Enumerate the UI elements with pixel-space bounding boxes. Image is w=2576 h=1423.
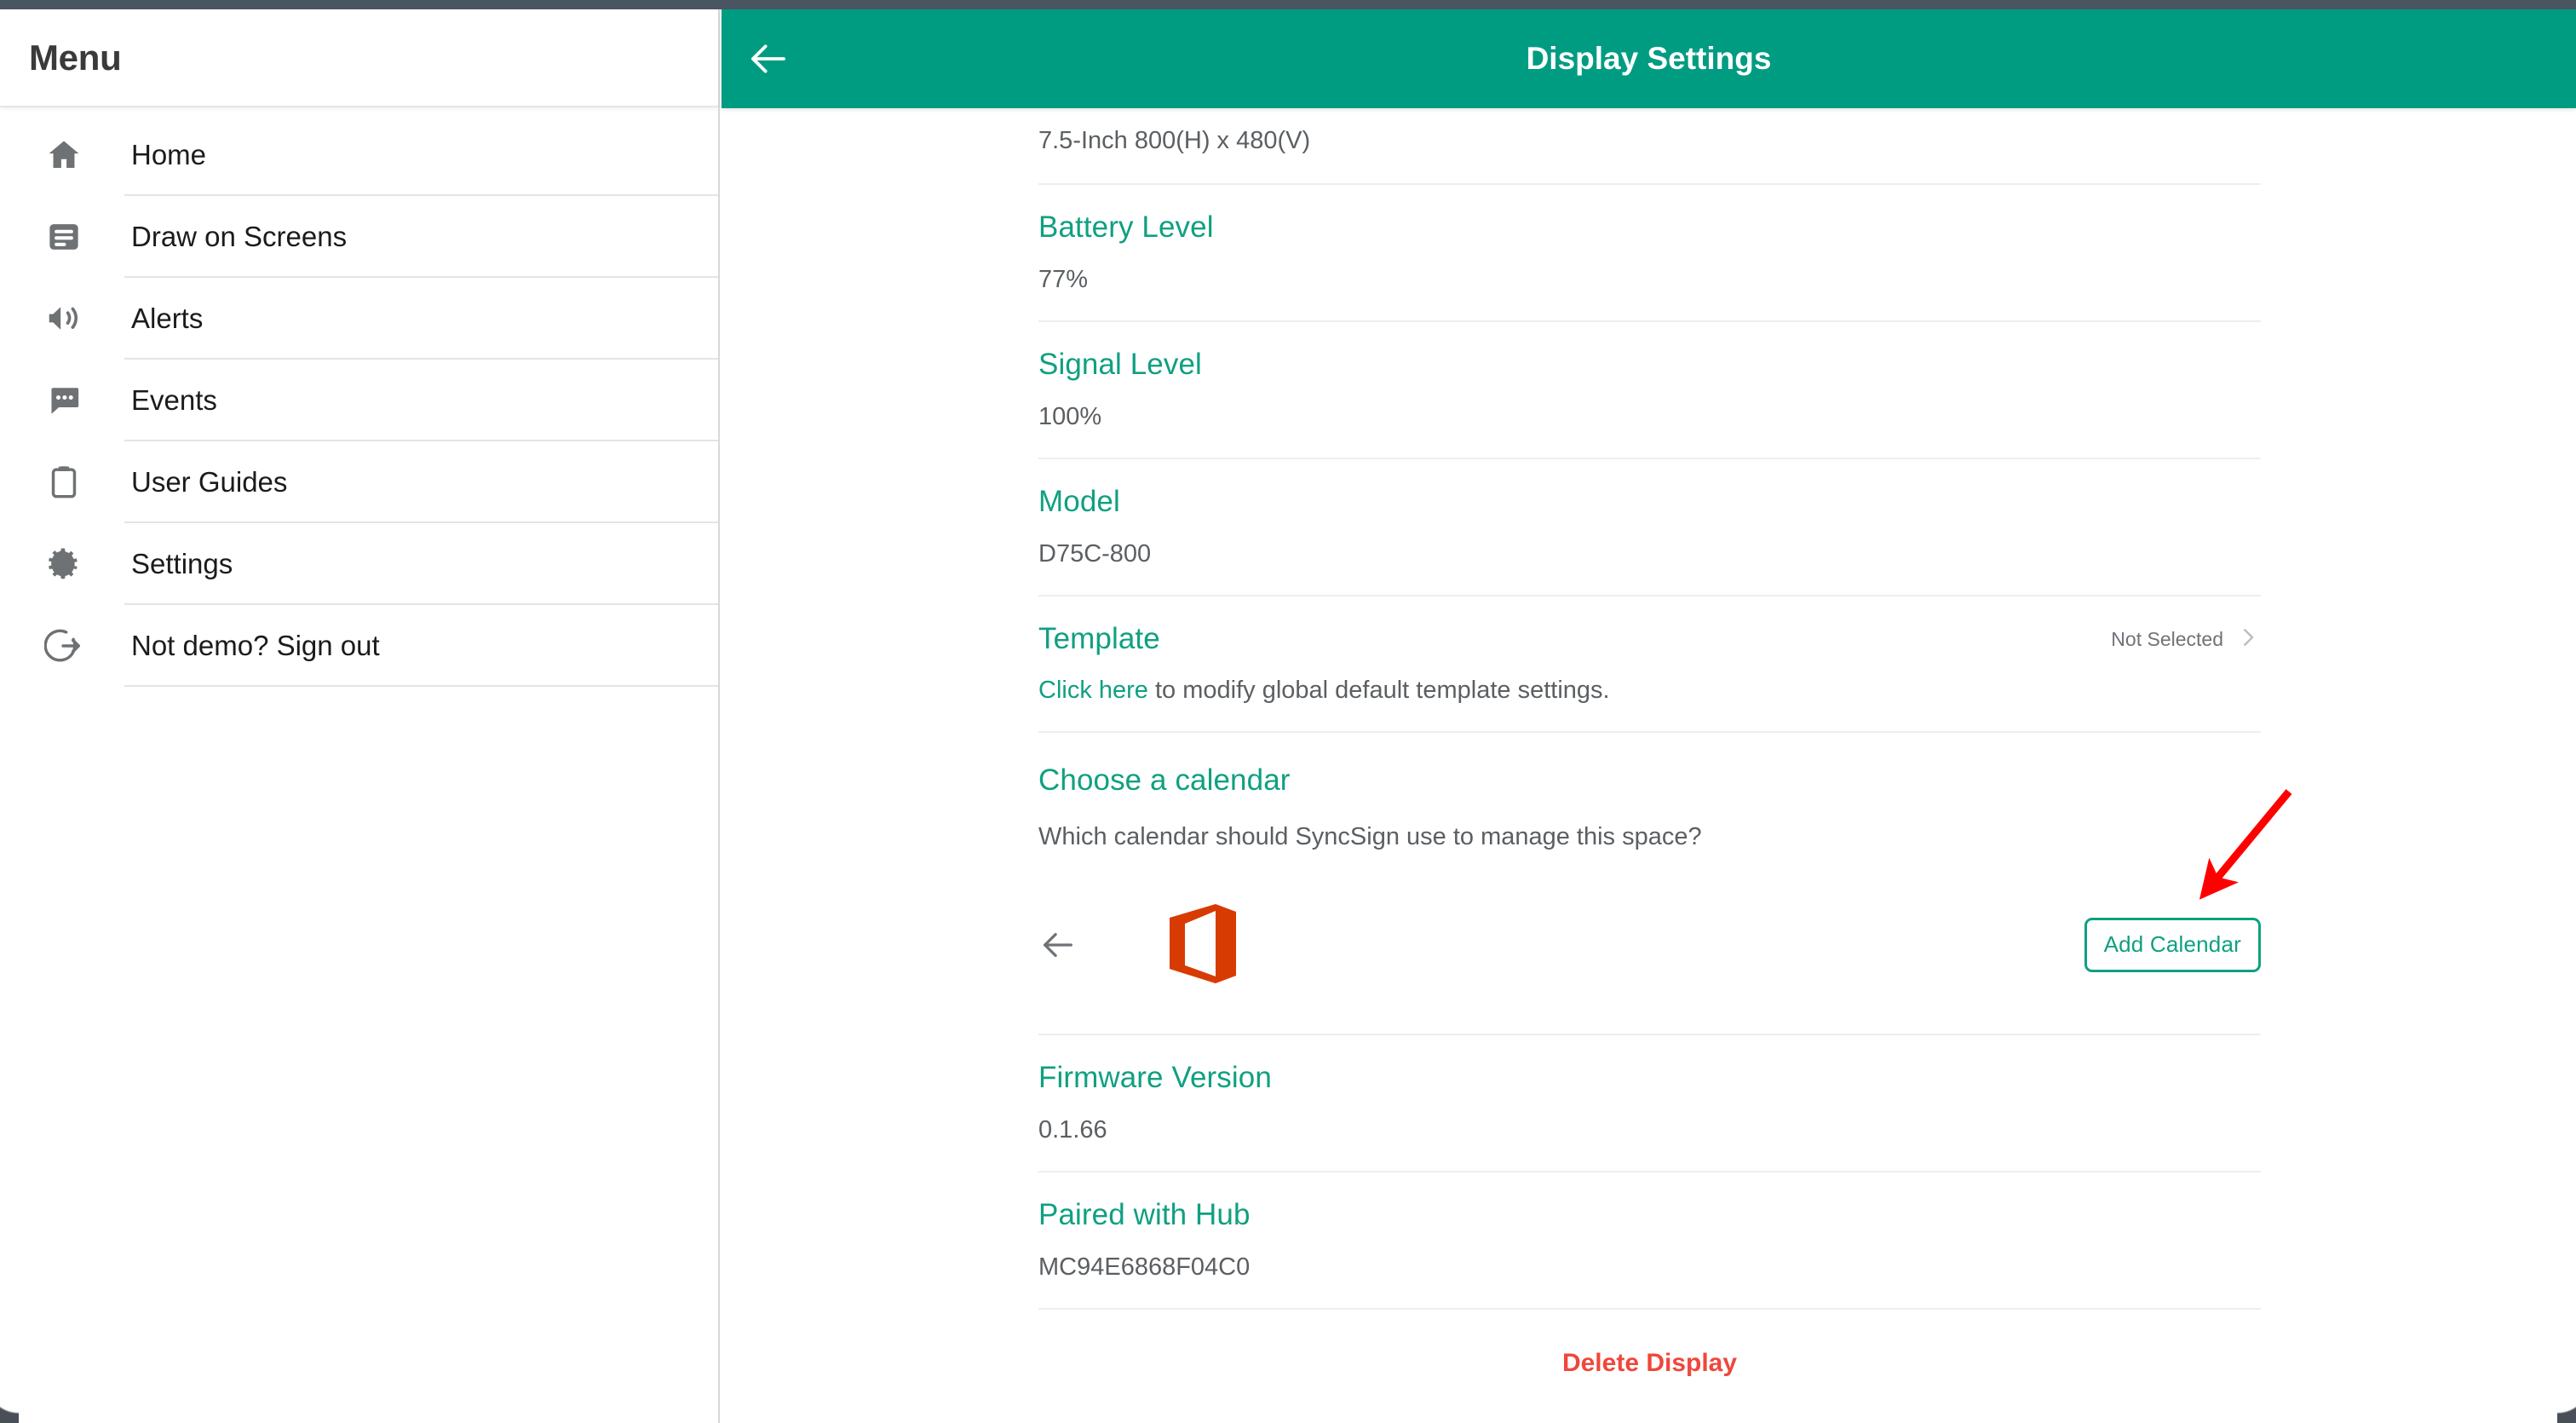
battery-level-row: Battery Level 77% <box>1038 185 2261 322</box>
firmware-version-row: Firmware Version 0.1.66 <box>1038 1035 2261 1172</box>
sidebar-item-label: Draw on Screens <box>131 221 348 252</box>
battery-level-value: 77% <box>1038 266 1089 293</box>
settings-content: 7.5-Inch 800(H) x 480(V) Battery Level 7… <box>722 108 2576 1423</box>
choose-calendar-row: Choose a calendar Which calendar should … <box>1038 733 2261 1035</box>
model-value: D75C-800 <box>1038 540 1152 567</box>
window-chrome-bar <box>0 0 2576 9</box>
app-window: Menu Home Draw on Screens Alerts Events … <box>0 0 2576 1423</box>
sidebar-item-settings[interactable]: Settings <box>0 523 718 605</box>
sidebar-item-home[interactable]: Home <box>0 114 718 196</box>
office365-logo-icon[interactable] <box>1164 901 1241 990</box>
sidebar-item-label: Events <box>131 384 217 416</box>
model-row: Model D75C-800 <box>1038 459 2261 596</box>
sign-out-icon <box>0 626 128 665</box>
choose-calendar-label: Choose a calendar <box>1038 763 1291 797</box>
main-panel: Display Settings 7.5-Inch 800(H) x 480(V… <box>722 9 2576 1423</box>
sidebar-item-events[interactable]: Events <box>0 360 718 441</box>
signal-level-value: 100% <box>1038 403 1102 430</box>
sidebar-item-alerts[interactable]: Alerts <box>0 278 718 360</box>
signal-level-label: Signal Level <box>1038 348 1202 381</box>
gear-icon <box>0 545 128 583</box>
screen-spec-row: 7.5-Inch 800(H) x 480(V) <box>1038 108 2261 185</box>
chat-bubble-icon <box>0 383 128 418</box>
sidebar-item-label: Alerts <box>131 302 204 334</box>
sidebar-header: Menu <box>0 9 718 107</box>
sidebar-item-label: Settings <box>131 548 233 579</box>
sidebar-item-label: Not demo? Sign out <box>131 630 380 661</box>
delete-display-row: Delete Display <box>1038 1310 2261 1378</box>
template-subtext: Click here to modify global default temp… <box>1038 656 2261 705</box>
template-selector[interactable]: Not Selected <box>2111 625 2261 654</box>
window-corner-bottom-left <box>0 1380 19 1423</box>
template-header: Template Not Selected <box>1038 622 2261 656</box>
page-title: Display Settings <box>1526 41 1772 76</box>
template-status: Not Selected <box>2111 627 2223 650</box>
calendar-provider-chooser: Add Calendar <box>1038 885 2261 1005</box>
firmware-version-label: Firmware Version <box>1038 1061 1272 1094</box>
delete-display-button[interactable]: Delete Display <box>1562 1349 1737 1378</box>
megaphone-icon <box>0 299 128 338</box>
sidebar-item-sign-out[interactable]: Not demo? Sign out <box>0 605 718 687</box>
sidebar: Menu Home Draw on Screens Alerts Events … <box>0 9 720 1423</box>
firmware-version-value: 0.1.66 <box>1038 1116 1107 1144</box>
screen-draw-icon <box>0 219 128 255</box>
paired-with-hub-label: Paired with Hub <box>1038 1198 1251 1231</box>
choose-calendar-question: Which calendar should SyncSign use to ma… <box>1038 823 1702 850</box>
app-bar: Display Settings <box>722 9 2576 108</box>
template-settings-link[interactable]: Click here <box>1038 677 1148 704</box>
sidebar-item-draw-on-screens[interactable]: Draw on Screens <box>0 196 718 278</box>
sidebar-item-label: Home <box>131 139 207 170</box>
template-label: Template <box>1038 622 1160 655</box>
add-calendar-button[interactable]: Add Calendar <box>2084 918 2261 972</box>
template-subtext-rest: to modify global default template settin… <box>1147 677 1610 704</box>
settings-column: 7.5-Inch 800(H) x 480(V) Battery Level 7… <box>1038 108 2261 1378</box>
signal-level-row: Signal Level 100% <box>1038 322 2261 459</box>
back-arrow-icon[interactable] <box>722 36 815 82</box>
battery-level-label: Battery Level <box>1038 210 1214 244</box>
template-row[interactable]: Template Not Selected Click here to modi… <box>1038 596 2261 733</box>
clipboard-icon <box>0 464 128 501</box>
sidebar-item-user-guides[interactable]: User Guides <box>0 441 718 523</box>
home-icon <box>0 136 128 174</box>
chevron-right-icon <box>2235 625 2261 654</box>
paired-with-hub-row: Paired with Hub MC94E6868F04C0 <box>1038 1172 2261 1310</box>
window-corner-bottom-right <box>2557 1380 2576 1423</box>
model-label: Model <box>1038 485 1120 518</box>
paired-with-hub-value: MC94E6868F04C0 <box>1038 1253 1251 1281</box>
sidebar-title: Menu <box>29 37 122 78</box>
sidebar-nav: Home Draw on Screens Alerts Events User … <box>0 107 718 687</box>
calendar-back-arrow-icon[interactable] <box>1038 925 1112 965</box>
sidebar-item-label: User Guides <box>131 466 288 498</box>
